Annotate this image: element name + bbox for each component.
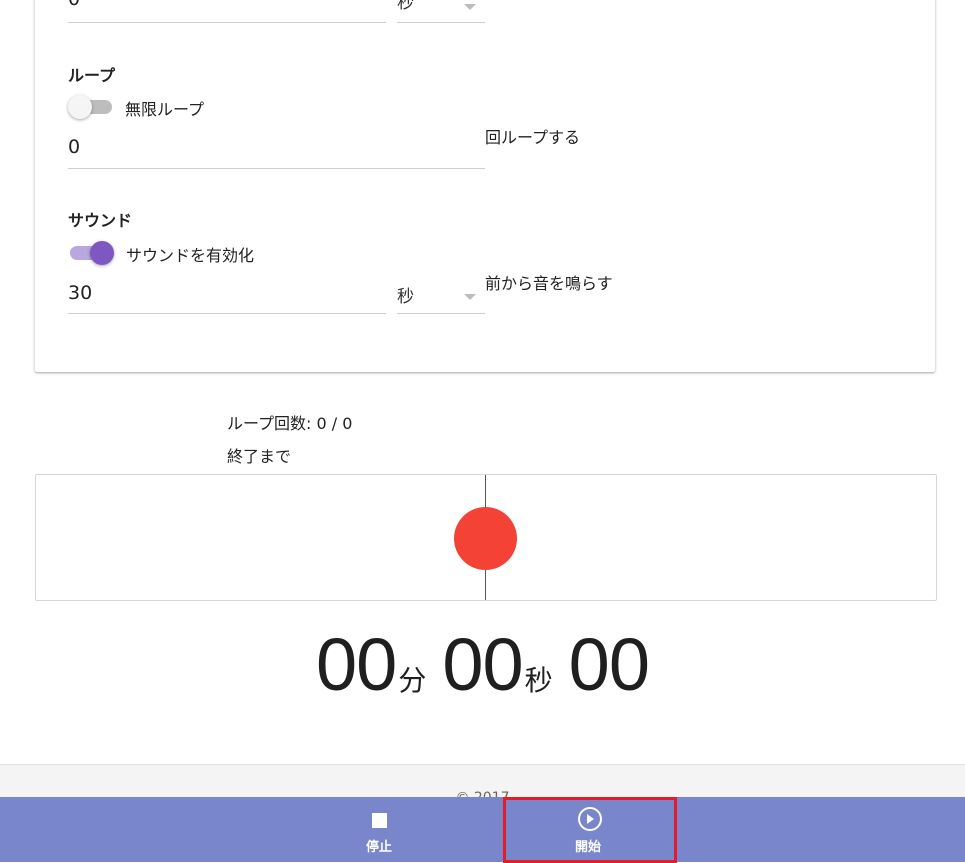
- loop-count-status: ループ回数: 0 / 0: [227, 414, 353, 433]
- infinite-loop-toggle[interactable]: [68, 95, 114, 119]
- sound-seconds-input[interactable]: 30: [68, 282, 92, 304]
- countdown-display: 00分 00秒 00: [0, 622, 965, 707]
- duration-seconds-value[interactable]: 0: [68, 0, 80, 10]
- bottom-action-bar: 停止 開始: [0, 797, 965, 862]
- until-end-label: 終了まで: [227, 447, 292, 466]
- play-circle-icon: [578, 807, 602, 831]
- sound-section-title: サウンド: [68, 211, 133, 230]
- seconds-value: 00: [442, 623, 523, 706]
- loop-count-underline: [68, 168, 485, 169]
- sound-seconds-underline: [68, 313, 386, 314]
- stop-icon: [372, 813, 387, 828]
- loop-count-suffix: 回ループする: [485, 128, 581, 147]
- toggle-thumb[interactable]: [68, 95, 92, 119]
- sound-enable-toggle[interactable]: [68, 241, 114, 265]
- duration-unit-underline: [397, 22, 485, 23]
- infinite-loop-label: 無限ループ: [125, 100, 205, 119]
- settings-card: [35, 0, 935, 372]
- centiseconds-value: 00: [568, 623, 650, 706]
- sound-unit-select[interactable]: 秒: [397, 282, 414, 307]
- progress-indicator-dot: [454, 507, 517, 570]
- sound-unit-underline: [397, 313, 485, 314]
- minutes-unit: 分: [398, 664, 427, 697]
- sound-enable-label: サウンドを有効化: [126, 246, 255, 265]
- chevron-down-icon[interactable]: [464, 4, 476, 10]
- duration-field-underline: [68, 22, 386, 23]
- sound-seconds-suffix: 前から音を鳴らす: [485, 274, 613, 293]
- start-button[interactable]: 開始: [503, 797, 673, 862]
- duration-unit-select[interactable]: 秒: [397, 0, 414, 13]
- stop-button[interactable]: 停止: [294, 797, 464, 862]
- loop-section-title: ループ: [68, 66, 116, 85]
- toggle-thumb[interactable]: [90, 241, 114, 265]
- minutes-value: 00: [316, 623, 397, 706]
- chevron-down-icon[interactable]: [464, 294, 476, 300]
- seconds-unit: 秒: [524, 664, 553, 697]
- start-button-label: 開始: [574, 840, 601, 855]
- loop-count-input[interactable]: 0: [68, 136, 80, 158]
- stop-button-label: 停止: [365, 840, 392, 855]
